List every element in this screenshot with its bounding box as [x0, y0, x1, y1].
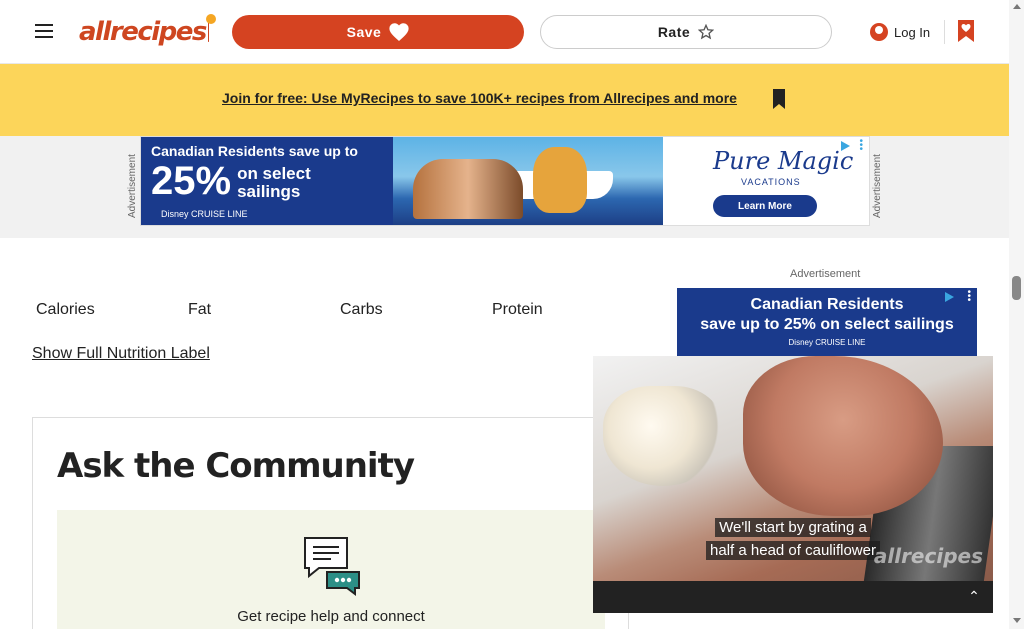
nutrition-protein: Protein [489, 255, 629, 318]
floating-video-player[interactable]: We'll start by grating a half a head of … [593, 356, 993, 581]
allrecipes-logo[interactable]: allrecipes [79, 14, 217, 49]
show-full-nutrition-link[interactable]: Show Full Nutrition Label [32, 345, 210, 363]
page-scrollbar[interactable] [1009, 0, 1024, 629]
scroll-down-icon[interactable] [1013, 618, 1021, 623]
family-shape [413, 159, 523, 219]
caption-line-1: We'll start by grating a [715, 518, 871, 537]
sidebar-ad[interactable]: Canadian Residents save up to 25% on sel… [677, 288, 977, 356]
ad-partner-panel: • • • Pure Magic VACATIONS Learn More [663, 137, 869, 225]
ad-side-label-left: Advertisement [127, 154, 138, 218]
ad-menu-icon[interactable]: • • • [967, 288, 971, 306]
partner-subtitle: VACATIONS [741, 177, 801, 187]
nutrition-value [489, 255, 629, 285]
video-collapse-button[interactable]: ⌃ [963, 585, 985, 607]
partner-logo-text: Pure Magic [713, 147, 854, 175]
ad-image [393, 137, 663, 225]
bookmark-heart-icon [958, 20, 974, 42]
ad-side-label-right: Advertisement [872, 154, 883, 218]
sidebar-ad-headline: Canadian Residents [750, 296, 904, 313]
star-icon [698, 24, 715, 40]
ad-brand: Disney CRUISE LINE [161, 209, 248, 219]
site-header: allrecipes Save Rate Log In [0, 0, 1009, 64]
chat-bubbles-icon [304, 537, 360, 596]
join-banner-link[interactable]: Join for free: Use MyRecipes to save 100… [222, 90, 737, 106]
favorites-button[interactable] [955, 18, 977, 44]
nutrition-label: Fat [188, 301, 212, 318]
hand-shape [743, 356, 943, 516]
banner-dismiss-button[interactable] [771, 88, 787, 110]
login-link[interactable]: Log In [870, 20, 930, 44]
nutrition-label: Carbs [340, 301, 383, 318]
ad-percent: 25% [151, 159, 232, 203]
user-icon [870, 23, 888, 41]
nutrition-calories: Calories [33, 255, 172, 318]
character-shape [533, 147, 587, 213]
nutrition-carbs: Carbs [337, 255, 477, 318]
nutrition-value [185, 255, 325, 285]
ad-menu-icon[interactable]: • • • [859, 137, 863, 155]
sidebar-ad-brand: Disney CRUISE LINE [788, 338, 866, 347]
page: allrecipes Save Rate Log In Join for fre… [0, 0, 1024, 629]
caption-line-2: half a head of cauliflower [706, 541, 880, 560]
ad-text-panel: Canadian Residents save up to 25% on sele… [141, 137, 393, 225]
login-label: Log In [894, 24, 931, 40]
ask-community-section: Ask the Community Get recipe help and co… [32, 417, 629, 629]
community-card: Get recipe help and connect [57, 510, 605, 629]
scrollbar-thumb[interactable] [1012, 276, 1021, 300]
header-divider [944, 20, 945, 44]
ad-headline: Canadian Residents save up to [151, 143, 358, 159]
nutrition-fat: Fat [185, 255, 325, 318]
save-label: Save [346, 24, 382, 40]
video-watermark: allrecipes [873, 544, 983, 568]
ad-label: Advertisement [790, 268, 861, 280]
rate-button[interactable]: Rate [540, 15, 832, 49]
heart-icon [389, 23, 409, 41]
top-banner-ad[interactable]: Canadian Residents save up to 25% on sele… [140, 136, 870, 226]
chevron-up-icon: ⌃ [968, 587, 980, 604]
hamburger-icon [35, 24, 53, 26]
menu-button[interactable] [30, 17, 58, 45]
community-description: Get recipe help and connect [237, 608, 425, 625]
community-title: Ask the Community [57, 446, 415, 486]
rate-label: Rate [657, 24, 691, 40]
spoon-icon [205, 14, 217, 42]
ad-subline: on select sailings [237, 164, 311, 201]
nutrition-value [337, 255, 477, 285]
nutrition-label: Calories [36, 301, 95, 318]
sidebar-ad-subline: save up to 25% on select sailings [700, 316, 954, 333]
cauliflower-bowl [603, 386, 723, 486]
logo-text: allrecipes [79, 17, 207, 47]
video-control-bar [593, 581, 993, 613]
adchoices-icon[interactable] [945, 292, 955, 302]
save-button[interactable]: Save [232, 15, 524, 49]
nutrition-value [33, 255, 172, 285]
scroll-up-icon[interactable] [1013, 4, 1021, 9]
nutrition-label: Protein [492, 301, 543, 318]
learn-more-button[interactable]: Learn More [713, 195, 817, 217]
bookmark-icon [773, 89, 785, 109]
